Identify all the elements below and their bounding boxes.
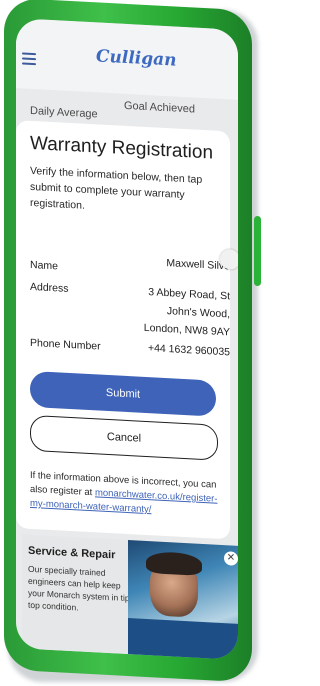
name-label: Name (30, 258, 59, 273)
modal-description: Verify the information below, then tap s… (30, 164, 203, 212)
daily-average-label: Daily Average (30, 104, 98, 121)
footnote: If the information above is incorrect, y… (30, 469, 220, 521)
phone-number-value: +44 1632 960035 (148, 339, 230, 361)
phone-side-button (254, 216, 261, 286)
service-title: Service & Repair (28, 544, 116, 562)
app-header: Culligan (16, 18, 238, 100)
service-repair-card[interactable]: Service & Repair Our specially trained e… (22, 534, 140, 660)
engineer-photo: ✕ (128, 540, 238, 660)
phone-number-label: Phone Number (30, 336, 101, 353)
phone-number-line: +44 1632 960035 (147, 342, 230, 359)
address-value: 3 Abbey Road, St John's Wood, London, NW… (144, 283, 230, 342)
phone-screen: Culligan Daily Average Goal Achieved War… (16, 18, 238, 660)
service-text: Our specially trained engineers can help… (28, 563, 130, 613)
address-line-3: London, NW8 9AY (143, 321, 230, 339)
goal-achieved-label: Goal Achieved (124, 99, 195, 116)
close-icon[interactable]: ✕ (224, 551, 238, 566)
cancel-button[interactable]: Cancel (30, 414, 218, 461)
address-label: Address (30, 280, 69, 295)
photo-shirt (128, 618, 238, 660)
photo-hair (146, 550, 202, 576)
warranty-registration-modal: Warranty Registration Verify the informa… (16, 120, 238, 540)
toggle-knob[interactable] (220, 248, 238, 270)
hamburger-menu-icon[interactable] (22, 52, 36, 66)
modal-title: Warranty Registration (30, 132, 214, 164)
culligan-logo: Culligan (96, 46, 177, 71)
submit-button[interactable]: Submit (30, 370, 216, 417)
